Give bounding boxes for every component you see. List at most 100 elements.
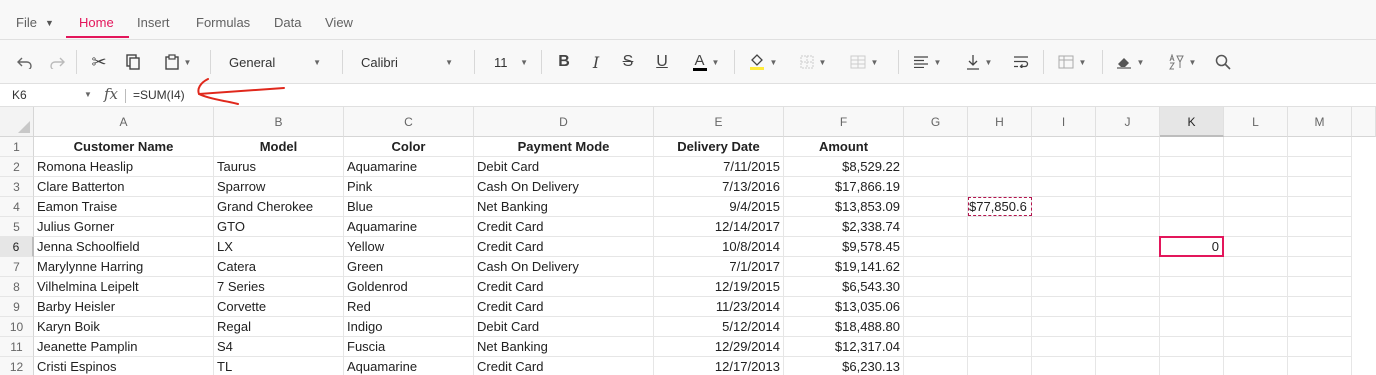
cell-f4[interactable]: $13,853.09 (784, 197, 904, 217)
cell-f2[interactable]: $8,529.22 (784, 157, 904, 177)
row-header-7[interactable]: 7 (0, 257, 34, 277)
cell-a6[interactable]: Jenna Schoolfield (34, 237, 214, 257)
cell-j8[interactable] (1096, 277, 1160, 297)
undo-button[interactable] (14, 40, 36, 84)
cell-f8[interactable]: $6,543.30 (784, 277, 904, 297)
column-header-h[interactable]: H (968, 107, 1032, 137)
cell-f12[interactable]: $6,230.13 (784, 357, 904, 375)
cell-c6[interactable]: Yellow (344, 237, 474, 257)
cell-m2[interactable] (1288, 157, 1352, 177)
formula-input[interactable]: =SUM(I4) (133, 88, 185, 102)
cell-g4[interactable] (904, 197, 968, 217)
copy-button[interactable] (122, 40, 144, 84)
cell-i2[interactable] (1032, 157, 1096, 177)
cell-j1[interactable] (1096, 137, 1160, 157)
column-header-m[interactable]: M (1288, 107, 1352, 137)
select-all-corner[interactable] (0, 107, 34, 137)
cell-h9[interactable] (968, 297, 1032, 317)
cell-g1[interactable] (904, 137, 968, 157)
cell-d1[interactable]: Payment Mode (474, 137, 654, 157)
font-color-button[interactable]: A ▼ (686, 40, 726, 84)
cell-m1[interactable] (1288, 137, 1352, 157)
cell-l2[interactable] (1224, 157, 1288, 177)
cell-m9[interactable] (1288, 297, 1352, 317)
cell-j7[interactable] (1096, 257, 1160, 277)
column-header-b[interactable]: B (214, 107, 344, 137)
cell-j12[interactable] (1096, 357, 1160, 375)
chevron-down-icon[interactable]: ▼ (84, 90, 92, 99)
cell-d3[interactable]: Cash On Delivery (474, 177, 654, 197)
cell-l5[interactable] (1224, 217, 1288, 237)
number-format-dropdown[interactable]: General ▼ (229, 40, 321, 84)
cell-a4[interactable]: Eamon Traise (34, 197, 214, 217)
cell-f1[interactable]: Amount (784, 137, 904, 157)
tab-insert[interactable]: Insert (137, 15, 170, 30)
cell-j2[interactable] (1096, 157, 1160, 177)
redo-button[interactable] (46, 40, 68, 84)
column-header-l[interactable]: L (1224, 107, 1288, 137)
clear-button[interactable]: ▼ (1112, 40, 1148, 84)
cell-g12[interactable] (904, 357, 968, 375)
cell-k4[interactable] (1160, 197, 1224, 217)
cell-f5[interactable]: $2,338.74 (784, 217, 904, 237)
cell-i12[interactable] (1032, 357, 1096, 375)
cell-a10[interactable]: Karyn Boik (34, 317, 214, 337)
copied-cell-h4[interactable]: $77,850.6 (968, 197, 1032, 216)
cell-b2[interactable]: Taurus (214, 157, 344, 177)
cell-j10[interactable] (1096, 317, 1160, 337)
cut-button[interactable]: ✂ (88, 40, 110, 84)
wrap-text-button[interactable] (1010, 40, 1032, 84)
cell-g10[interactable] (904, 317, 968, 337)
cell-e2[interactable]: 7/11/2015 (654, 157, 784, 177)
column-header-a[interactable]: A (34, 107, 214, 137)
cell-a2[interactable]: Romona Heaslip (34, 157, 214, 177)
cell-h5[interactable] (968, 217, 1032, 237)
row-header-5[interactable]: 5 (0, 217, 34, 237)
cell-l1[interactable] (1224, 137, 1288, 157)
cell-e8[interactable]: 12/19/2015 (654, 277, 784, 297)
cell-c10[interactable]: Indigo (344, 317, 474, 337)
cell-k11[interactable] (1160, 337, 1224, 357)
cell-g7[interactable] (904, 257, 968, 277)
horizontal-align-button[interactable]: ▼ (910, 40, 944, 84)
cell-e3[interactable]: 7/13/2016 (654, 177, 784, 197)
cell-f10[interactable]: $18,488.80 (784, 317, 904, 337)
column-header-d[interactable]: D (474, 107, 654, 137)
cell-i8[interactable] (1032, 277, 1096, 297)
cell-l8[interactable] (1224, 277, 1288, 297)
cell-k7[interactable] (1160, 257, 1224, 277)
conditional-format-button[interactable]: ▼ (1054, 40, 1090, 84)
cell-m11[interactable] (1288, 337, 1352, 357)
cell-l6[interactable] (1224, 237, 1288, 257)
cell-g2[interactable] (904, 157, 968, 177)
italic-button[interactable]: I (586, 40, 606, 84)
cell-b7[interactable]: Catera (214, 257, 344, 277)
cell-j5[interactable] (1096, 217, 1160, 237)
cell-b11[interactable]: S4 (214, 337, 344, 357)
cell-g3[interactable] (904, 177, 968, 197)
cell-c12[interactable]: Aquamarine (344, 357, 474, 375)
cell-a3[interactable]: Clare Batterton (34, 177, 214, 197)
tab-data[interactable]: Data (274, 15, 301, 30)
cell-b4[interactable]: Grand Cherokee (214, 197, 344, 217)
cell-i9[interactable] (1032, 297, 1096, 317)
merge-cells-button[interactable]: ▼ (846, 40, 882, 84)
cell-b12[interactable]: TL (214, 357, 344, 375)
cell-d6[interactable]: Credit Card (474, 237, 654, 257)
cell-g5[interactable] (904, 217, 968, 237)
cell-d9[interactable]: Credit Card (474, 297, 654, 317)
cell-m10[interactable] (1288, 317, 1352, 337)
cell-c5[interactable]: Aquamarine (344, 217, 474, 237)
font-family-dropdown[interactable]: Calibri ▼ (361, 40, 453, 84)
column-header-k[interactable]: K (1160, 107, 1224, 137)
cell-m7[interactable] (1288, 257, 1352, 277)
cell-f11[interactable]: $12,317.04 (784, 337, 904, 357)
column-header-f[interactable]: F (784, 107, 904, 137)
bold-button[interactable]: B (554, 40, 574, 84)
cell-e10[interactable]: 5/12/2014 (654, 317, 784, 337)
cell-b1[interactable]: Model (214, 137, 344, 157)
cell-c3[interactable]: Pink (344, 177, 474, 197)
row-header-1[interactable]: 1 (0, 137, 34, 157)
underline-button[interactable]: U (652, 40, 672, 84)
cell-l7[interactable] (1224, 257, 1288, 277)
